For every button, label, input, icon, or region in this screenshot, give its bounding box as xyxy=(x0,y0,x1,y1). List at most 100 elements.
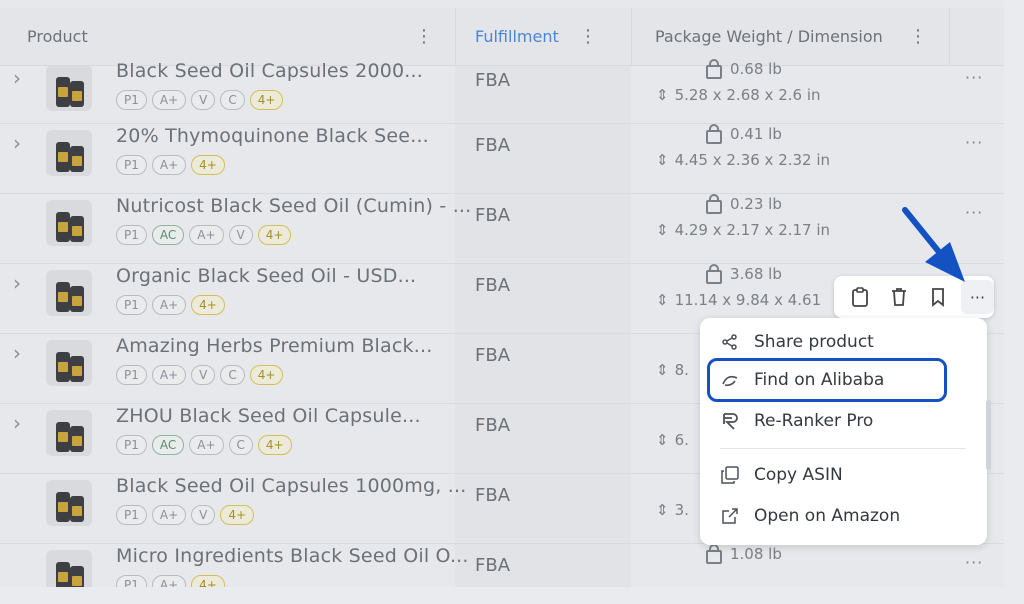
product-action-menu: Share product Find on Alibaba Re-Ranker … xyxy=(700,318,987,545)
badge: P1 xyxy=(116,225,147,245)
column-divider[interactable] xyxy=(631,8,632,65)
fulfillment-value: FBA xyxy=(475,275,511,296)
column-divider[interactable] xyxy=(455,8,456,65)
weight-icon xyxy=(706,194,722,214)
row-more-icon[interactable]: ··· xyxy=(965,68,983,87)
badge: P1 xyxy=(116,575,147,587)
dimension-icon: ⇕ xyxy=(656,361,669,379)
product-thumbnail[interactable] xyxy=(46,65,92,111)
product-title[interactable]: 20% Thymoquinone Black See... xyxy=(116,125,429,147)
row-more-icon[interactable]: ··· xyxy=(965,133,983,152)
badge: A+ xyxy=(151,295,187,315)
expand-chevron-icon[interactable]: › xyxy=(13,131,21,155)
weight-icon xyxy=(706,124,722,144)
menu-item-share[interactable]: Share product xyxy=(720,327,874,357)
table-row[interactable]: Nutricost Black Seed Oil (Cumin) - ... P1… xyxy=(0,193,1004,264)
product-tags: P1 AC A+ C 4+ xyxy=(116,435,292,455)
package-dimension: ⇕ 4.45 x 2.36 x 2.32 in xyxy=(656,151,831,169)
badge: 4+ xyxy=(191,575,225,587)
share-icon xyxy=(720,334,740,350)
package-weight: 0.41 lb xyxy=(706,124,782,144)
product-thumbnail[interactable] xyxy=(46,480,92,526)
badge: C xyxy=(220,365,245,385)
product-thumbnail[interactable] xyxy=(46,200,92,246)
product-thumbnail[interactable] xyxy=(46,270,92,316)
product-title[interactable]: Black Seed Oil Capsules 2000... xyxy=(116,60,423,82)
weight-icon xyxy=(706,264,722,284)
table-row[interactable]: › Black Seed Oil Capsules 2000... P1 A+ V C 4… xyxy=(0,59,1004,124)
product-title[interactable]: Nutricost Black Seed Oil (Cumin) - ... xyxy=(116,195,471,217)
kebab-icon[interactable]: ⋮ xyxy=(909,26,927,47)
dimension-icon: ⇕ xyxy=(656,291,669,309)
product-thumbnail[interactable] xyxy=(46,550,92,587)
product-thumbnail[interactable] xyxy=(46,410,92,456)
product-tags: P1 A+ V C 4+ xyxy=(116,90,284,110)
product-title[interactable]: Micro Ingredients Black Seed Oil O... xyxy=(116,545,469,567)
fulfillment-value: FBA xyxy=(475,345,511,366)
package-dimension: ⇕ 5.28 x 2.68 x 2.6 in xyxy=(656,86,821,104)
badge: C xyxy=(220,90,245,110)
package-weight: 0.23 lb xyxy=(706,194,782,214)
more-icon[interactable]: ··· xyxy=(960,280,994,314)
product-title[interactable]: Black Seed Oil Capsules 1000mg, ... xyxy=(116,475,466,497)
dimension-icon: ⇕ xyxy=(656,151,669,169)
product-tags: P1 A+ V 4+ xyxy=(116,505,255,525)
product-title[interactable]: ZHOU Black Seed Oil Capsule... xyxy=(116,405,421,427)
badge: P1 xyxy=(116,435,147,455)
badge: P1 xyxy=(116,505,147,525)
product-tags: P1 A+ 4+ xyxy=(116,295,225,315)
kebab-icon[interactable]: ⋮ xyxy=(579,26,597,47)
package-dimension: ⇕ 11.14 x 9.84 x 4.61 xyxy=(656,291,822,309)
trash-icon[interactable] xyxy=(881,280,918,314)
badge: V xyxy=(228,225,253,245)
header-package[interactable]: Package Weight / Dimension ⋮ xyxy=(631,8,949,65)
product-title[interactable]: Organic Black Seed Oil - USD... xyxy=(116,265,416,287)
menu-item-copy-asin[interactable]: Copy ASIN xyxy=(720,460,843,490)
badge: V xyxy=(191,90,216,110)
fulfillment-value: FBA xyxy=(475,70,511,91)
menu-item-open-amazon[interactable]: Open on Amazon xyxy=(720,501,900,531)
package-weight: 3.68 lb xyxy=(706,264,782,284)
weight-icon xyxy=(706,544,722,564)
package-weight: 1.08 lb xyxy=(706,544,782,564)
kebab-icon[interactable]: ⋮ xyxy=(415,26,433,47)
dimension-icon: ⇕ xyxy=(656,431,669,449)
badge: V xyxy=(191,505,216,525)
badge: C xyxy=(228,435,253,455)
package-dimension: ⇕ 3. xyxy=(656,501,689,519)
product-tags: P1 A+ 4+ xyxy=(116,155,225,175)
badge: P1 xyxy=(116,365,147,385)
header-product[interactable]: Product ⋮ xyxy=(0,8,455,65)
table-row[interactable]: Micro Ingredients Black Seed Oil O... P1 A… xyxy=(0,543,1004,587)
product-thumbnail[interactable] xyxy=(46,130,92,176)
clipboard-icon[interactable] xyxy=(842,280,879,314)
row-more-icon[interactable]: ··· xyxy=(965,203,983,222)
bookmark-icon[interactable] xyxy=(920,280,957,314)
fulfillment-value: FBA xyxy=(475,555,511,576)
expand-chevron-icon[interactable]: › xyxy=(13,411,21,435)
product-tags: P1 A+ V C 4+ xyxy=(116,365,284,385)
column-divider[interactable] xyxy=(949,8,950,65)
menu-scrollbar[interactable] xyxy=(986,400,991,470)
badge: P1 xyxy=(116,295,147,315)
weight-icon xyxy=(706,59,722,79)
badge: 4+ xyxy=(249,365,284,385)
expand-chevron-icon[interactable]: › xyxy=(13,271,21,295)
expand-chevron-icon[interactable]: › xyxy=(13,341,21,365)
badge: A+ xyxy=(151,575,187,587)
expand-chevron-icon[interactable]: › xyxy=(13,66,21,90)
package-dimension: ⇕ 4.29 x 2.17 x 2.17 in xyxy=(656,221,831,239)
header-fulfillment[interactable]: Fulfillment ⋮ xyxy=(455,8,631,65)
dimension-icon: ⇕ xyxy=(656,86,669,104)
badge: A+ xyxy=(189,435,224,455)
badge: A+ xyxy=(151,90,187,110)
table-header: Product ⋮ Fulfillment ⋮ Package Weight /… xyxy=(0,8,1004,66)
menu-item-reranker[interactable]: Re-Ranker Pro xyxy=(720,406,873,436)
table-row[interactable]: › 20% Thymoquinone Black See... P1 A+ 4+ FBA… xyxy=(0,123,1004,194)
row-more-icon[interactable]: ··· xyxy=(965,553,983,572)
product-title[interactable]: Amazing Herbs Premium Black... xyxy=(116,335,432,357)
fulfillment-value: FBA xyxy=(475,205,511,226)
product-thumbnail[interactable] xyxy=(46,340,92,386)
row-action-toolbar: ··· xyxy=(834,276,994,318)
external-link-icon xyxy=(720,507,740,525)
